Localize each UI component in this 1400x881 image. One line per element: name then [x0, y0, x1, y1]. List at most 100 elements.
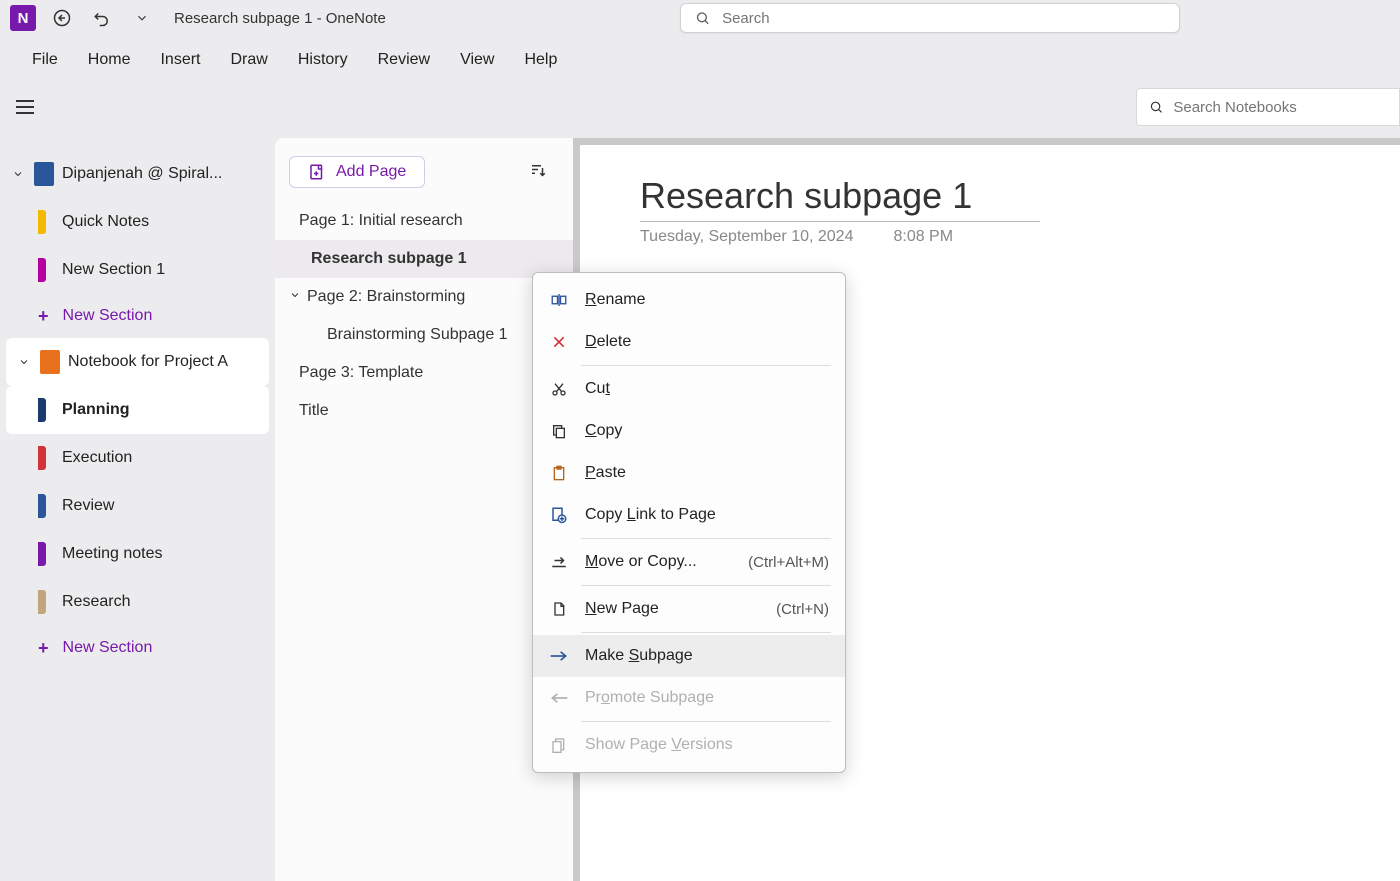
page-label: Page 1: Initial research: [299, 212, 463, 230]
section-name: Research: [62, 593, 130, 611]
page-item[interactable]: Page 1: Initial research: [275, 202, 573, 240]
page-item[interactable]: Brainstorming Subpage 1: [275, 316, 573, 354]
notebook-icon: [40, 350, 60, 374]
ctx-move[interactable]: Move or Copy... (Ctrl+Alt+M): [533, 541, 845, 583]
global-search-box[interactable]: [680, 3, 1180, 33]
ctx-label: Paste: [585, 464, 626, 482]
section-name: Review: [62, 497, 114, 515]
page-item[interactable]: Title: [275, 392, 573, 430]
menu-review[interactable]: Review: [378, 51, 430, 69]
ctx-label: Rename: [585, 291, 645, 309]
ctx-newpage[interactable]: New Page (Ctrl+N): [533, 588, 845, 630]
plus-icon: +: [38, 306, 49, 327]
section-color-tab: [38, 542, 46, 566]
new-section-button[interactable]: + New Section: [0, 294, 275, 338]
new-section-button[interactable]: + New Section: [0, 626, 275, 670]
page-label: Page 2: Brainstorming: [307, 288, 465, 306]
back-button[interactable]: [48, 4, 76, 32]
customize-qat-button[interactable]: [128, 4, 156, 32]
section-row[interactable]: Quick Notes: [0, 198, 275, 246]
search-icon: [1149, 99, 1163, 115]
global-search-input[interactable]: [722, 10, 1165, 27]
page-item[interactable]: Page 2: Brainstorming: [275, 278, 573, 316]
menu-file[interactable]: File: [32, 51, 58, 69]
delete-icon: [549, 332, 569, 352]
section-row[interactable]: New Section 1: [0, 246, 275, 294]
ctx-label: Show Page Versions: [585, 736, 733, 754]
section-row[interactable]: Execution: [0, 434, 275, 482]
new-section-label: New Section: [63, 307, 153, 325]
chevron-down-icon: [289, 288, 303, 306]
search-notebooks-input[interactable]: [1173, 99, 1387, 116]
notebook-icon: [34, 162, 54, 186]
ctx-shortcut: (Ctrl+Alt+M): [748, 554, 829, 571]
promote-icon: [549, 688, 569, 708]
search-notebooks-box[interactable]: [1136, 88, 1400, 126]
ctx-copy[interactable]: Copy: [533, 410, 845, 452]
menu-help[interactable]: Help: [524, 51, 557, 69]
ctx-versions: Show Page Versions: [533, 724, 845, 766]
page-item[interactable]: Research subpage 1: [275, 240, 573, 278]
ctx-label: Make Subpage: [585, 647, 693, 665]
cut-icon: [549, 379, 569, 399]
move-icon: [549, 552, 569, 572]
section-row[interactable]: Review: [0, 482, 275, 530]
page-list-panel: Add Page Page 1: Initial research Researc…: [275, 138, 573, 881]
section-color-tab: [38, 446, 46, 470]
notebook-header[interactable]: Dipanjenah @ Spiral...: [0, 150, 275, 198]
section-row[interactable]: Planning: [6, 386, 269, 434]
ctx-label: Move or Copy...: [585, 553, 697, 571]
section-row[interactable]: Meeting notes: [0, 530, 275, 578]
ctx-promote: Promote Subpage: [533, 677, 845, 719]
ctx-rename[interactable]: Rename: [533, 279, 845, 321]
add-page-label: Add Page: [336, 163, 406, 181]
notebook-name: Dipanjenah @ Spiral...: [62, 165, 222, 183]
section-row[interactable]: Research: [0, 578, 275, 626]
rename-icon: [549, 290, 569, 310]
menu-home[interactable]: Home: [88, 51, 131, 69]
separator: [581, 721, 831, 722]
ctx-subpage[interactable]: Make Subpage: [533, 635, 845, 677]
menu-insert[interactable]: Insert: [160, 51, 200, 69]
page-label: Page 3: Template: [299, 364, 423, 382]
notebook-sidebar: Dipanjenah @ Spiral... Quick Notes New Sec…: [0, 130, 275, 881]
add-page-icon: [308, 163, 326, 181]
page-title-input[interactable]: [640, 175, 1040, 222]
menu-history[interactable]: History: [298, 51, 348, 69]
menu-view[interactable]: View: [460, 51, 494, 69]
section-name: Quick Notes: [62, 213, 149, 231]
ctx-label: Promote Subpage: [585, 689, 714, 707]
chevron-down-icon: [16, 354, 32, 370]
plus-icon: +: [38, 638, 49, 659]
newpage-icon: [549, 599, 569, 619]
ctx-delete[interactable]: Delete: [533, 321, 845, 363]
section-name: Planning: [62, 401, 130, 419]
menu-draw[interactable]: Draw: [230, 51, 267, 69]
new-section-label: New Section: [63, 639, 153, 657]
paste-icon: [549, 463, 569, 483]
section-color-tab: [38, 210, 46, 234]
section-color-tab: [38, 258, 46, 282]
ctx-label: Copy Link to Page: [585, 506, 716, 524]
copy-icon: [549, 421, 569, 441]
hamburger-button[interactable]: [10, 92, 40, 122]
link-icon: [549, 505, 569, 525]
ctx-cut[interactable]: Cut: [533, 368, 845, 410]
separator: [581, 585, 831, 586]
ctx-label: Copy: [585, 422, 622, 440]
section-name: Execution: [62, 449, 132, 467]
add-page-button[interactable]: Add Page: [289, 156, 425, 188]
title-bar: N Research subpage 1 - OneNote: [0, 0, 1400, 36]
ctx-link[interactable]: Copy Link to Page: [533, 494, 845, 536]
undo-button[interactable]: [88, 4, 116, 32]
ctx-shortcut: (Ctrl+N): [776, 601, 829, 618]
notebook-header[interactable]: Notebook for Project A: [6, 338, 269, 386]
chevron-down-icon: [10, 166, 26, 182]
page-context-menu: Rename Delete Cut Copy Paste Copy Link t…: [532, 272, 846, 773]
sort-pages-button[interactable]: [529, 162, 549, 182]
search-icon: [695, 10, 710, 26]
ctx-paste[interactable]: Paste: [533, 452, 845, 494]
section-name: Meeting notes: [62, 545, 163, 563]
page-item[interactable]: Page 3: Template: [275, 354, 573, 392]
sub-toolbar: [0, 84, 1400, 130]
